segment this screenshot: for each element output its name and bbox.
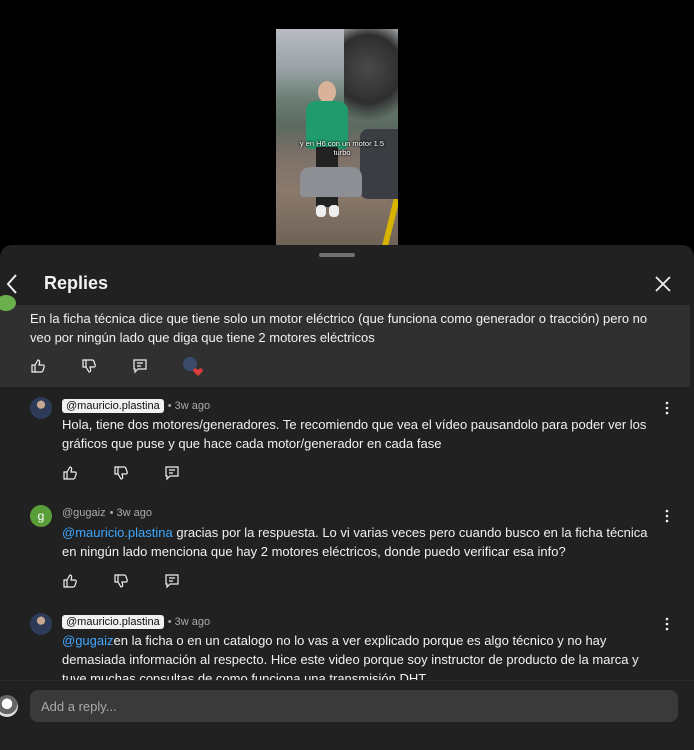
parent-avatar (0, 295, 16, 311)
reply-actions (62, 573, 215, 589)
drag-handle[interactable] (319, 253, 355, 257)
reply-composer (0, 680, 694, 750)
video-player-area[interactable]: y en H6 con un motor 1.5 turbo (0, 0, 694, 245)
mention-link[interactable]: @gugaiz (62, 633, 114, 648)
reply-meta: @mauricio.plastina • 3w ago (62, 615, 210, 629)
avatar[interactable] (30, 397, 52, 419)
parent-comment-text: En la ficha técnica dice que tiene solo … (30, 311, 648, 345)
reply-time: • 3w ago (109, 507, 152, 519)
creator-heart-icon (183, 357, 203, 376)
reply-text: Hola, tiene dos motores/generadores. Te … (62, 415, 662, 453)
replies-sheet: Replies En la ficha técnica dice que tie… (0, 245, 694, 750)
author-handle-badge[interactable]: @mauricio.plastina (62, 399, 164, 413)
reply-body: Hola, tiene dos motores/generadores. Te … (62, 417, 647, 451)
reply-item: g @gugaiz • 3w ago @mauricio.plastina gr… (0, 505, 690, 605)
author-handle[interactable]: @gugaiz (62, 507, 106, 519)
author-handle-badge[interactable]: @mauricio.plastina (62, 615, 164, 629)
like-icon[interactable] (30, 358, 46, 374)
reply-time: • 3w ago (167, 400, 211, 412)
more-vert-icon[interactable] (664, 401, 670, 415)
dislike-icon[interactable] (113, 465, 129, 481)
heart-icon (193, 368, 203, 376)
video-tree (344, 29, 398, 135)
dislike-icon[interactable] (81, 358, 97, 374)
reply-meta: @gugaiz • 3w ago (62, 507, 152, 519)
reply-meta: @mauricio.plastina • 3w ago (62, 399, 210, 413)
reply-item: @mauricio.plastina • 3w ago Hola, tiene … (0, 397, 690, 497)
reply-time: • 3w ago (167, 616, 211, 628)
video-car-small (300, 167, 362, 197)
parent-actions (30, 357, 203, 376)
reply-icon[interactable] (132, 358, 148, 374)
like-icon[interactable] (62, 465, 78, 481)
avatar[interactable] (30, 613, 52, 635)
reply-text: @mauricio.plastina gracias por la respue… (62, 523, 662, 561)
dislike-icon[interactable] (113, 573, 129, 589)
avatar[interactable]: g (30, 505, 52, 527)
mention-link[interactable]: @mauricio.plastina (62, 525, 173, 540)
reply-input[interactable] (30, 690, 678, 722)
video-person-head (318, 81, 336, 103)
video-caption: y en H6 con un motor 1.5 turbo (299, 139, 385, 157)
more-vert-icon[interactable] (664, 617, 670, 631)
video-frame[interactable]: y en H6 con un motor 1.5 turbo (276, 29, 398, 245)
more-vert-icon[interactable] (664, 509, 670, 523)
video-person-shoe (329, 205, 339, 217)
reply-actions (62, 465, 215, 481)
reply-icon[interactable] (164, 465, 180, 481)
reply-item: @mauricio.plastina • 3w ago @gugaizen la… (0, 613, 690, 686)
chevron-left-icon[interactable] (2, 271, 24, 297)
current-user-avatar[interactable] (0, 695, 18, 717)
replies-header: Replies (0, 265, 694, 305)
reply-body: en la ficha o en un catalogo no lo vas a… (62, 633, 639, 686)
replies-title: Replies (44, 273, 109, 293)
close-icon[interactable] (652, 273, 674, 295)
like-icon[interactable] (62, 573, 78, 589)
parent-comment: En la ficha técnica dice que tiene solo … (0, 295, 690, 387)
reply-icon[interactable] (164, 573, 180, 589)
video-person-shoe (316, 205, 326, 217)
